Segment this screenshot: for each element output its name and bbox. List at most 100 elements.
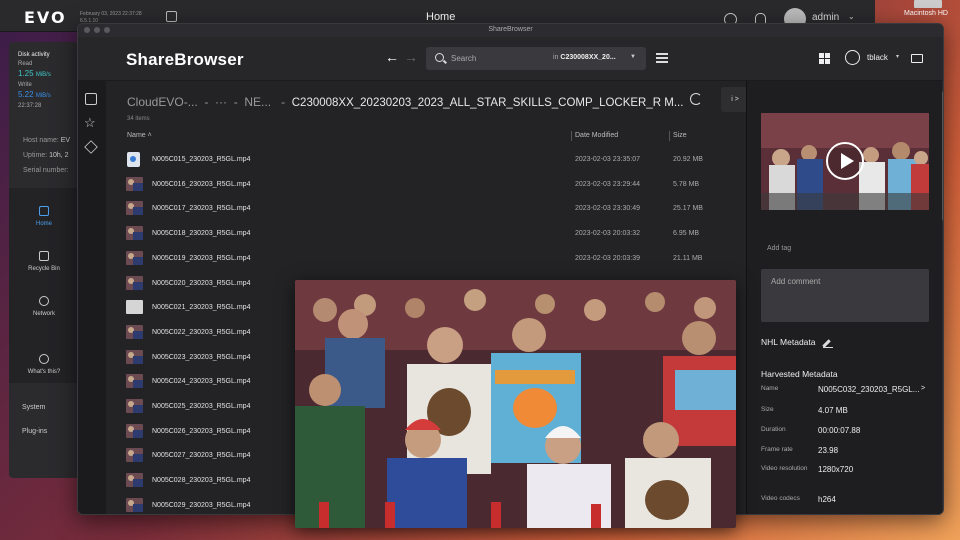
- evo-logo[interactable]: EVO: [24, 8, 67, 27]
- panel-scrollbar[interactable]: [942, 81, 943, 514]
- play-icon[interactable]: [826, 142, 864, 180]
- file-thumbnail: [126, 473, 143, 488]
- video-preview-image: [295, 280, 736, 528]
- search-input[interactable]: Search in C230008XX_20... ▼: [426, 47, 646, 70]
- evo-page-title: Home: [426, 11, 456, 23]
- video-preview-popup[interactable]: [295, 280, 736, 528]
- sb-left-rail: ☆: [78, 81, 106, 514]
- file-name: N005C025_230203_R5GL.mp4: [152, 403, 251, 410]
- cube-icon[interactable]: [84, 140, 98, 154]
- file-size: 6.95 MB: [673, 230, 700, 238]
- file-thumbnail: [126, 226, 143, 241]
- file-name: N005C021_230203_R5GL.mp4: [152, 304, 251, 312]
- file-name: N005C026_230203_R5GL.mp4: [152, 427, 251, 435]
- evo-system-info: Host name: EV Uptime: 10h, 2 Serial numb…: [23, 137, 71, 174]
- username[interactable]: tblack: [867, 53, 888, 62]
- file-name: N005C022_230203_R5GL.mp4: [152, 328, 251, 336]
- file-date: 2023-02-03 20:03:39: [575, 254, 640, 262]
- trash-icon: [39, 251, 49, 261]
- evo-section-plugins[interactable]: Plug-ins: [22, 428, 47, 435]
- disk-activity: Disk activity Read 1.25 MiB/s Write 5.22…: [18, 52, 51, 109]
- table-row[interactable]: N005C015_230203_R5GL.mp4 2023-02-03 23:35…: [106, 148, 726, 173]
- sb-header: ShareBrowser ← → Search in C230008XX_20.…: [78, 37, 943, 81]
- table-row[interactable]: N005C017_230203_R5GL.mp4 2023-02-03 23:30…: [106, 197, 726, 222]
- file-thumbnail: [126, 349, 143, 364]
- grid-view-icon[interactable]: [819, 53, 830, 64]
- file-thumbnail: [126, 497, 143, 512]
- drive-icon[interactable]: [85, 93, 97, 105]
- mail-icon[interactable]: [911, 54, 923, 63]
- forward-arrow-icon[interactable]: →: [404, 49, 418, 65]
- file-thumbnail: [126, 399, 143, 413]
- file-thumbnail: [127, 152, 140, 167]
- file-size: 5.78 MB: [673, 180, 700, 188]
- search-scope[interactable]: in C230008XX_20...: [553, 54, 616, 61]
- file-thumbnail: [126, 374, 143, 389]
- file-thumbnail: [126, 448, 143, 463]
- chevron-down-icon[interactable]: ⌄: [848, 12, 855, 21]
- file-name: N005C016_230203_R5GL.mp4: [152, 180, 251, 188]
- file-thumbnail: [126, 275, 143, 290]
- home-icon: [39, 206, 49, 216]
- file-date: 2023-02-03 23:35:07: [575, 156, 640, 163]
- evo-username[interactable]: admin: [812, 12, 839, 23]
- evo-section-system[interactable]: System: [22, 404, 45, 411]
- back-arrow-icon[interactable]: ←: [385, 49, 399, 65]
- file-size: 20.92 MB: [673, 156, 703, 163]
- file-name: N005C015_230203_R5GL.mp4: [152, 156, 251, 163]
- breadcrumb-more[interactable]: ···: [215, 95, 227, 109]
- file-thumbnail: [126, 423, 143, 438]
- network-icon: [39, 296, 49, 306]
- column-name[interactable]: Name ˄: [127, 132, 152, 139]
- table-row[interactable]: N005C018_230203_R5GL.mp4 2023-02-03 20:03…: [106, 222, 726, 247]
- filter-sliders-icon[interactable]: [656, 52, 668, 64]
- search-icon: [435, 53, 444, 62]
- user-icon[interactable]: [845, 50, 860, 65]
- comment-placeholder: Add comment: [771, 277, 821, 286]
- table-row[interactable]: N005C019_230203_R5GL.mp4 2023-02-03 20:03…: [106, 247, 726, 272]
- breadcrumb-parent[interactable]: NE...: [244, 95, 271, 109]
- globe-icon: [39, 354, 49, 364]
- file-name: N005C020_230203_R5GL.mp4: [152, 279, 251, 287]
- evo-nav-whats-this[interactable]: What's this?: [9, 354, 79, 375]
- file-thumbnail: [126, 300, 143, 315]
- chevron-right-icon[interactable]: >: [921, 385, 925, 392]
- info-panel-toggle[interactable]: i >: [721, 87, 749, 112]
- table-row[interactable]: N005C016_230203_R5GL.mp4 2023-02-03 23:29…: [106, 173, 726, 198]
- column-size[interactable]: Size: [673, 132, 687, 139]
- harvested-metadata-heading: Harvested Metadata: [761, 369, 838, 379]
- chevron-down-icon[interactable]: ▾: [896, 53, 899, 60]
- chevron-down-icon[interactable]: ▼: [630, 54, 636, 60]
- search-placeholder: Search: [451, 54, 477, 63]
- file-thumbnail: [126, 176, 143, 191]
- details-panel: Add tag Add comment NHL Metadata Harvest…: [746, 81, 943, 514]
- edit-pencil-icon[interactable]: [823, 338, 833, 348]
- star-icon[interactable]: ☆: [84, 116, 96, 129]
- refresh-icon[interactable]: [690, 93, 702, 105]
- sb-logo[interactable]: ShareBrowser: [126, 50, 244, 70]
- file-name: N005C024_230203_R5GL.mp4: [152, 378, 251, 386]
- file-name: N005C019_230203_R5GL.mp4: [152, 254, 251, 262]
- nhl-metadata-heading: NHL Metadata: [761, 337, 816, 347]
- column-headers: Name ˄ Date Modified Size: [106, 129, 746, 145]
- evo-nav-home[interactable]: Home: [9, 206, 79, 227]
- comment-input[interactable]: Add comment: [761, 269, 929, 322]
- video-thumbnail[interactable]: [761, 113, 929, 210]
- evo-nav-recycle-bin[interactable]: Recycle Bin: [9, 251, 79, 272]
- breadcrumb-current: C230008XX_20230203_2023_ALL_STAR_SKILLS_…: [291, 97, 684, 109]
- file-size: 25.17 MB: [673, 205, 703, 213]
- file-name: N005C017_230203_R5GL.mp4: [152, 205, 251, 213]
- file-name: N005C023_230203_R5GL.mp4: [152, 353, 251, 361]
- window-titlebar[interactable]: ShareBrowser: [78, 24, 943, 37]
- file-name: N005C018_230203_R5GL.mp4: [152, 230, 251, 238]
- column-date-modified[interactable]: Date Modified: [575, 132, 618, 139]
- breadcrumb-root[interactable]: CloudEVO-...: [127, 95, 198, 109]
- hard-drive-icon[interactable]: [914, 0, 942, 8]
- evo-nav-network[interactable]: Network: [9, 296, 79, 317]
- window-title: ShareBrowser: [488, 26, 533, 33]
- file-size: 21.11 MB: [673, 254, 703, 262]
- add-tag-button[interactable]: Add tag: [767, 245, 791, 252]
- desktop-drive-label[interactable]: Macintosh HD: [904, 10, 948, 17]
- dashboard-icon[interactable]: [166, 11, 177, 22]
- file-name: N005C029_230203_R5GL.mp4: [152, 501, 251, 509]
